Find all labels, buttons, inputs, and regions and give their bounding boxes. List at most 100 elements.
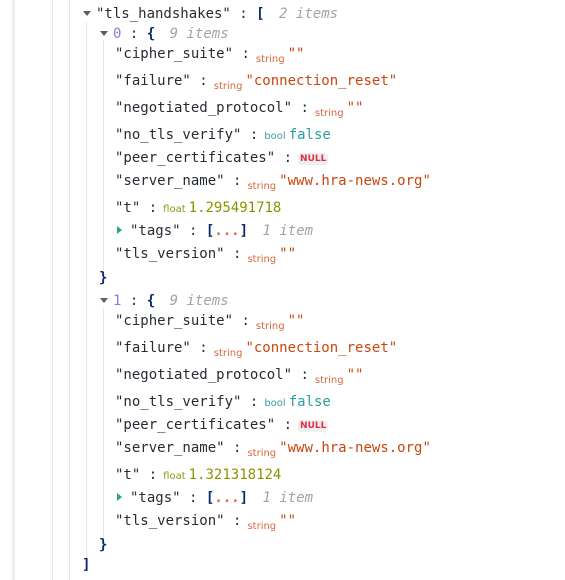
field-failure: "failure" : string "connection_reset": [115, 72, 397, 92]
field-no-tls-verify: "no_tls_verify" : bool false: [115, 393, 331, 411]
close-brace-0: }: [99, 269, 107, 287]
open-bracket: [: [256, 6, 265, 22]
colon: :: [233, 440, 242, 456]
null-badge[interactable]: NULL: [298, 153, 329, 165]
close-bracket-root: ]: [82, 556, 90, 574]
field-key: "negotiated_protocol": [115, 100, 293, 116]
field-value[interactable]: "": [279, 513, 296, 529]
indent-guide: [69, 0, 70, 580]
type-label: bool: [264, 131, 286, 142]
field-negotiated-protocol: "negotiated_protocol" : string "": [115, 366, 364, 386]
field-value[interactable]: "www.hra-news.org": [279, 173, 431, 189]
item-count: 9 items: [169, 26, 229, 42]
indent-guide: [86, 22, 87, 570]
colon: :: [300, 367, 309, 383]
field-value[interactable]: "www.hra-news.org": [279, 440, 431, 456]
field-value[interactable]: false: [289, 394, 331, 410]
field-key: "tags": [130, 223, 181, 239]
colon: :: [233, 173, 242, 189]
field-key: "negotiated_protocol": [115, 367, 293, 383]
item-count: 1 item: [262, 490, 314, 506]
field-t: "t" : float 1.321318124: [115, 466, 281, 484]
type-label: string: [213, 348, 243, 359]
colon: :: [300, 100, 309, 116]
field-key: "cipher_suite": [115, 313, 234, 329]
null-badge[interactable]: NULL: [298, 420, 329, 432]
colon: :: [189, 490, 198, 506]
type-label: string: [255, 321, 285, 332]
colon: :: [233, 513, 242, 529]
close-bracket: ]: [239, 223, 249, 239]
field-tls-version: "tls_version" : string "": [115, 245, 296, 265]
field-value[interactable]: "": [347, 367, 364, 383]
close-brace: }: [99, 537, 108, 553]
field-value[interactable]: "": [288, 46, 305, 62]
indent-guide: [103, 307, 104, 543]
field-value[interactable]: 1.321318124: [189, 467, 282, 483]
type-label: string: [247, 254, 277, 265]
array-item-0[interactable]: 0 : { 9 items: [100, 25, 229, 43]
item-count: 2 items: [279, 6, 339, 22]
colon: :: [283, 417, 293, 433]
colon: :: [249, 127, 259, 143]
type-label: string: [255, 54, 285, 65]
indent-guide: [52, 0, 53, 580]
collapsed-ellipsis[interactable]: ...: [214, 490, 239, 506]
colon: :: [241, 313, 250, 329]
caret-right-icon[interactable]: [117, 493, 122, 501]
caret-down-icon[interactable]: [100, 298, 108, 303]
field-key: "failure": [115, 73, 191, 89]
field-server-name: "server_name" : string "www.hra-news.org": [115, 172, 431, 192]
field-t: "t" : float 1.295491718: [115, 199, 281, 217]
field-cipher-suite: "cipher_suite" : string "": [115, 312, 305, 332]
field-key: "server_name": [115, 173, 225, 189]
collapsed-ellipsis[interactable]: ...: [214, 223, 239, 239]
field-value[interactable]: "": [279, 246, 296, 262]
field-key: "tls_version": [115, 246, 225, 262]
open-brace: {: [146, 26, 156, 42]
field-tags[interactable]: "tags" : [...] 1 item: [117, 222, 313, 240]
caret-down-icon[interactable]: [83, 11, 91, 16]
colon: :: [233, 246, 242, 262]
node-key: "tls_handshakes": [96, 6, 231, 22]
type-label: float: [163, 204, 186, 215]
field-negotiated-protocol: "negotiated_protocol" : string "": [115, 99, 364, 119]
type-label: bool: [264, 398, 286, 409]
field-value[interactable]: "": [288, 313, 305, 329]
colon: :: [239, 6, 248, 22]
field-tls-version: "tls_version" : string "": [115, 512, 296, 532]
colon: :: [129, 26, 139, 42]
field-key: "peer_certificates": [115, 150, 276, 166]
type-label: string: [314, 375, 344, 386]
field-peer-certificates: "peer_certificates" : NULL: [115, 149, 329, 167]
colon: :: [148, 200, 158, 216]
field-value[interactable]: "connection_reset": [245, 73, 397, 89]
item-count: 1 item: [262, 223, 314, 239]
colon: :: [283, 150, 293, 166]
field-key: "tags": [130, 490, 181, 506]
tls-handshakes-node[interactable]: "tls_handshakes" : [ 2 items: [83, 5, 338, 23]
indent-guide: [12, 0, 15, 580]
array-item-1[interactable]: 1 : { 9 items: [100, 292, 229, 310]
field-value[interactable]: "": [347, 100, 364, 116]
colon: :: [199, 340, 208, 356]
field-key: "t": [115, 467, 141, 483]
field-key: "no_tls_verify": [115, 127, 242, 143]
caret-right-icon[interactable]: [117, 226, 122, 234]
field-value[interactable]: false: [289, 127, 331, 143]
field-value[interactable]: 1.295491718: [189, 200, 282, 216]
caret-down-icon[interactable]: [100, 31, 108, 36]
field-key: "t": [115, 200, 141, 216]
field-value[interactable]: "connection_reset": [245, 340, 397, 356]
field-tags[interactable]: "tags" : [...] 1 item: [117, 489, 313, 507]
item-index: 1: [113, 293, 122, 309]
type-label: string: [247, 181, 277, 192]
item-count: 9 items: [169, 293, 229, 309]
colon: :: [241, 46, 250, 62]
field-key: "failure": [115, 340, 191, 356]
field-key: "no_tls_verify": [115, 394, 242, 410]
colon: :: [189, 223, 198, 239]
field-key: "cipher_suite": [115, 46, 234, 62]
item-index: 0: [113, 26, 122, 42]
colon: :: [249, 394, 259, 410]
